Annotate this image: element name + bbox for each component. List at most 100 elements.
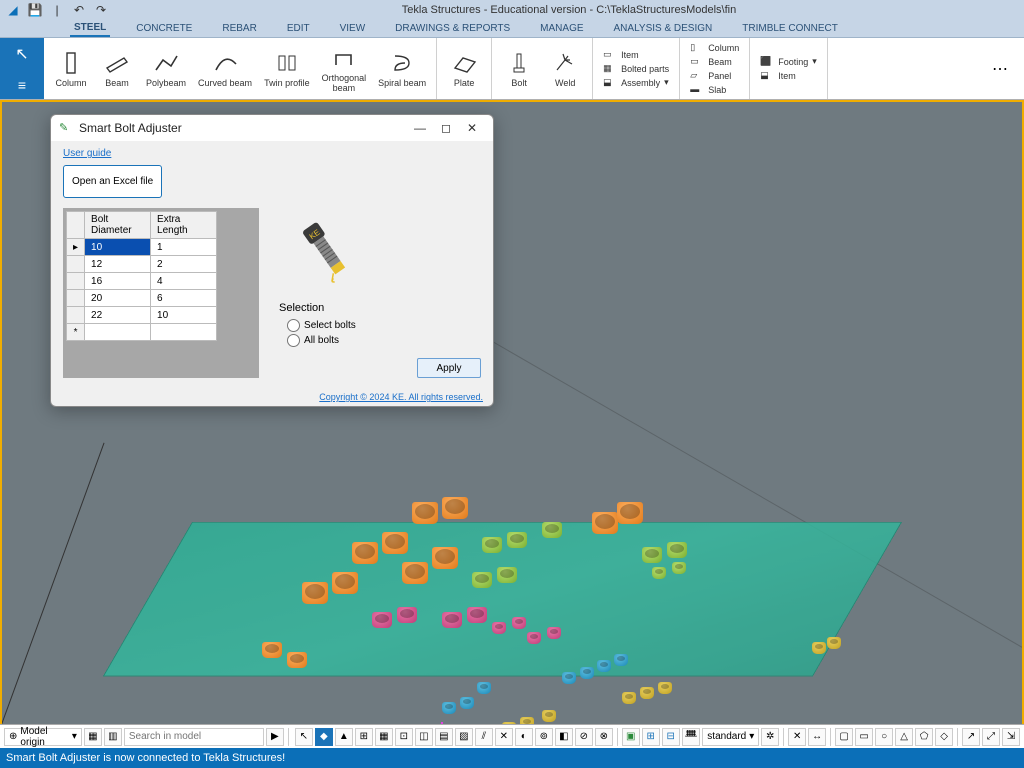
bolted-parts-button[interactable]: ▦Bolted parts xyxy=(603,62,669,76)
cell[interactable]: 6 xyxy=(151,290,217,307)
search-go-button[interactable]: ▶ xyxy=(266,728,284,746)
twin-profile-button[interactable]: Twin profile xyxy=(258,45,316,93)
table-row[interactable]: 206 xyxy=(67,290,217,307)
tab-rebar[interactable]: REBAR xyxy=(218,21,260,36)
tool-btn[interactable]: ◆ xyxy=(315,728,333,746)
tool-btn[interactable]: ᚙ xyxy=(682,728,701,746)
panel-button[interactable]: ▱Panel xyxy=(690,69,739,83)
table-row[interactable]: 164 xyxy=(67,273,217,290)
cell[interactable]: 1 xyxy=(151,239,217,256)
apply-button[interactable]: Apply xyxy=(417,358,481,378)
footing-button[interactable]: ⬛Footing ▾ xyxy=(760,55,817,69)
tab-drawings[interactable]: DRAWINGS & REPORTS xyxy=(391,21,514,36)
tool-btn[interactable]: ⊡ xyxy=(395,728,413,746)
orthogonal-beam-button[interactable]: Orthogonal beam xyxy=(316,40,373,98)
tab-steel[interactable]: STEEL xyxy=(70,20,110,37)
cell[interactable]: 22 xyxy=(85,307,151,324)
plate-button[interactable]: Plate xyxy=(441,45,487,93)
tool-btn[interactable]: ▤ xyxy=(435,728,453,746)
assembly-button[interactable]: ⬓Assembly ▾ xyxy=(603,76,669,90)
col-bolt-diameter[interactable]: Bolt Diameter xyxy=(85,212,151,239)
standard-dropdown[interactable]: standard ▾ xyxy=(702,728,759,746)
tool-btn[interactable]: ◫ xyxy=(415,728,433,746)
tool-btn[interactable]: ⊗ xyxy=(595,728,613,746)
cell[interactable]: 20 xyxy=(85,290,151,307)
item-button[interactable]: ▭Item xyxy=(603,48,669,62)
cell[interactable]: 12 xyxy=(85,256,151,273)
tool-btn[interactable]: ○ xyxy=(875,728,893,746)
tool-btn[interactable]: ◧ xyxy=(555,728,573,746)
tool-btn[interactable]: ▢ xyxy=(835,728,853,746)
cell[interactable]: 10 xyxy=(151,307,217,324)
dialog-footer-link[interactable]: Copyright © 2024 KE. All rights reserved… xyxy=(51,388,493,406)
tool-btn[interactable]: ✲ xyxy=(761,728,779,746)
column2-button[interactable]: ▯Column xyxy=(690,41,739,55)
radio-all-bolts[interactable]: All bolts xyxy=(279,333,481,348)
cursor-icon[interactable]: ↖ xyxy=(15,44,28,64)
cell[interactable]: 2 xyxy=(151,256,217,273)
tool-btn[interactable]: ↔ xyxy=(808,728,826,746)
ribbon-file-strip[interactable]: ↖ ≡ xyxy=(0,38,44,99)
user-guide-link[interactable]: User guide xyxy=(63,148,111,159)
col-extra-length[interactable]: Extra Length xyxy=(151,212,217,239)
weld-button[interactable]: Weld xyxy=(542,45,588,93)
cell[interactable] xyxy=(85,324,151,341)
tool-btn[interactable]: ◐ xyxy=(515,728,533,746)
tool-btn[interactable]: ▣ xyxy=(622,728,640,746)
dialog-titlebar[interactable]: ✎ Smart Bolt Adjuster — ◻ ✕ xyxy=(51,115,493,141)
cell[interactable]: 10 xyxy=(85,239,151,256)
tool-btn[interactable]: ✕ xyxy=(788,728,806,746)
tool-btn[interactable]: ⊟ xyxy=(662,728,680,746)
radio-input[interactable] xyxy=(287,334,300,347)
tab-manage[interactable]: MANAGE xyxy=(536,21,587,36)
bolt-button[interactable]: Bolt xyxy=(496,45,542,93)
cell[interactable]: 16 xyxy=(85,273,151,290)
menu-icon[interactable]: ≡ xyxy=(18,77,26,93)
close-button[interactable]: ✕ xyxy=(459,118,485,138)
tool-btn[interactable]: ⇲ xyxy=(1002,728,1020,746)
polybeam-button[interactable]: Polybeam xyxy=(140,45,192,93)
tool-btn[interactable]: ⊚ xyxy=(535,728,553,746)
curved-beam-button[interactable]: Curved beam xyxy=(192,45,258,93)
tab-trimble[interactable]: TRIMBLE CONNECT xyxy=(738,21,842,36)
tool-btn[interactable]: ▦ xyxy=(84,728,102,746)
tool-btn[interactable]: ⊘ xyxy=(575,728,593,746)
tab-analysis[interactable]: ANALYSIS & DESIGN xyxy=(610,21,717,36)
redo-icon[interactable]: ↷ xyxy=(94,3,108,17)
tool-btn[interactable]: ✕ xyxy=(495,728,513,746)
tool-btn[interactable]: ⤢ xyxy=(982,728,1000,746)
tool-btn[interactable]: ⊞ xyxy=(355,728,373,746)
save-icon[interactable]: 💾 xyxy=(28,3,42,17)
model-origin-dropdown[interactable]: ⊕ Model origin ▾ xyxy=(4,728,82,746)
item2-button[interactable]: ⬓Item xyxy=(760,69,817,83)
tool-btn[interactable]: ⬠ xyxy=(915,728,933,746)
tab-edit[interactable]: EDIT xyxy=(283,21,314,36)
cell[interactable]: 4 xyxy=(151,273,217,290)
table-row-new[interactable]: * xyxy=(67,324,217,341)
tool-btn[interactable]: ▦ xyxy=(375,728,393,746)
table-row[interactable]: 122 xyxy=(67,256,217,273)
open-excel-button[interactable]: Open an Excel file xyxy=(63,165,162,198)
column-button[interactable]: Column xyxy=(48,45,94,93)
tool-btn[interactable]: ◇ xyxy=(935,728,953,746)
tool-btn[interactable]: ⊞ xyxy=(642,728,660,746)
tool-btn[interactable]: ↗ xyxy=(962,728,980,746)
tool-btn[interactable]: ▨ xyxy=(455,728,473,746)
spiral-beam-button[interactable]: Spiral beam xyxy=(372,45,432,93)
table-row[interactable]: 2210 xyxy=(67,307,217,324)
tool-btn[interactable]: △ xyxy=(895,728,913,746)
tab-view[interactable]: VIEW xyxy=(336,21,370,36)
tool-btn[interactable]: ▭ xyxy=(855,728,873,746)
cell[interactable] xyxy=(151,324,217,341)
bolt-table[interactable]: Bolt Diameter Extra Length ▸ 10 1 122 16… xyxy=(66,211,217,341)
maximize-button[interactable]: ◻ xyxy=(433,118,459,138)
radio-input[interactable] xyxy=(287,319,300,332)
tool-btn[interactable]: ▥ xyxy=(104,728,122,746)
slab-button[interactable]: ▬Slab xyxy=(690,83,739,97)
beam2-button[interactable]: ▭Beam xyxy=(690,55,739,69)
tool-btn[interactable]: ↖ xyxy=(295,728,313,746)
tab-concrete[interactable]: CONCRETE xyxy=(132,21,196,36)
tool-btn[interactable]: ⫽ xyxy=(475,728,493,746)
more-button[interactable]: ⋯ xyxy=(980,51,1020,87)
undo-icon[interactable]: ↶ xyxy=(72,3,86,17)
